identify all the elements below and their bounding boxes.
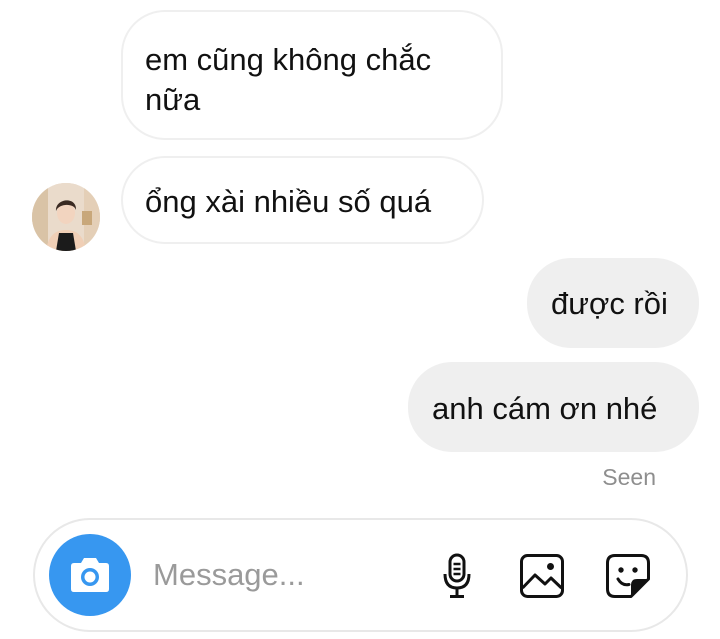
voice-message-button[interactable] — [432, 550, 482, 602]
avatar-photo — [32, 183, 100, 251]
message-text: được rồi — [551, 286, 668, 321]
gallery-button[interactable] — [517, 550, 567, 602]
incoming-message[interactable]: em cũng không chắc nữa — [121, 10, 503, 140]
microphone-icon — [443, 553, 471, 598]
image-icon — [520, 554, 564, 598]
outgoing-message[interactable]: anh cám ơn nhé — [408, 362, 699, 452]
message-composer — [33, 518, 688, 632]
message-text: ổng xài nhiều số quá — [145, 184, 432, 219]
sticker-button[interactable] — [603, 550, 653, 602]
avatar[interactable] — [32, 183, 100, 251]
camera-icon — [71, 558, 109, 592]
message-input[interactable] — [153, 550, 403, 600]
camera-button[interactable] — [49, 534, 131, 616]
sticker-icon — [606, 554, 650, 598]
incoming-message[interactable]: ổng xài nhiều số quá — [121, 156, 484, 244]
outgoing-message[interactable]: được rồi — [527, 258, 699, 348]
message-text: em cũng không chắc nữa — [145, 42, 432, 117]
seen-status: Seen — [602, 464, 656, 490]
message-text: anh cám ơn nhé — [432, 391, 658, 426]
